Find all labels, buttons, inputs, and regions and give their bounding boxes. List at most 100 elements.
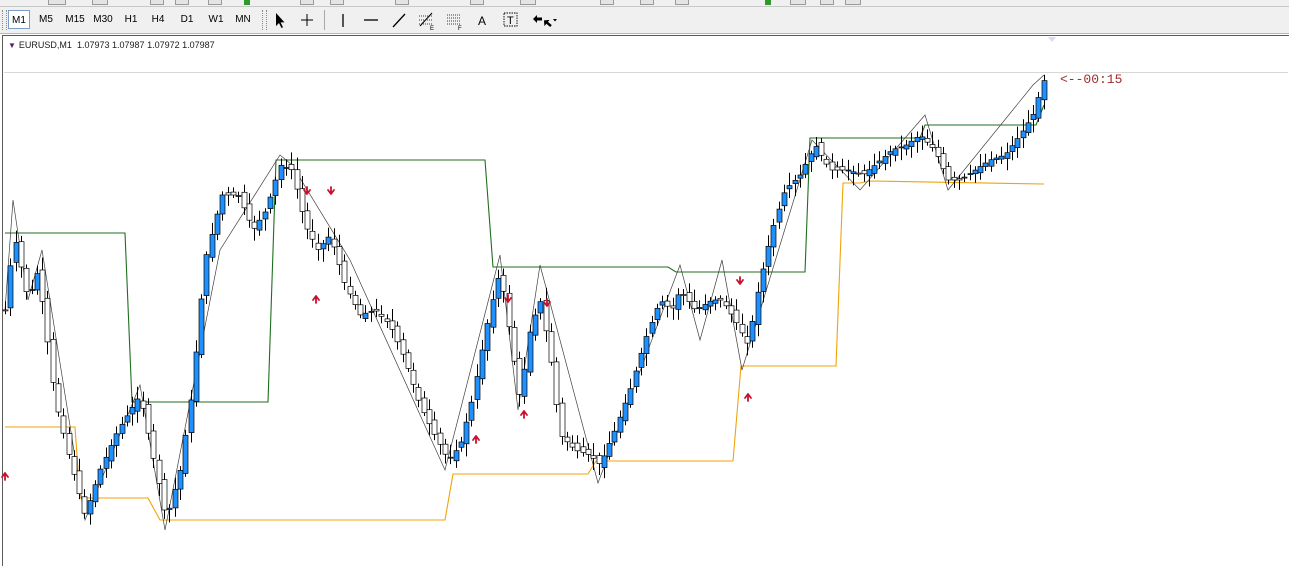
bear-candle [71, 456, 78, 475]
bear-candle [834, 166, 841, 171]
bull-candle [134, 398, 141, 412]
bull-candle [749, 321, 756, 342]
bull-candle [166, 507, 173, 510]
bear-candle [723, 301, 730, 307]
bear-candle [161, 479, 168, 511]
bear-candle [44, 297, 51, 343]
bull-candle [606, 443, 613, 457]
bull-candle [283, 167, 290, 169]
bear-candle [511, 327, 518, 362]
buy-arrow-icon [1, 472, 9, 481]
bull-candle [850, 171, 857, 174]
bull-candle [611, 430, 618, 443]
bull-candle [1041, 80, 1048, 101]
bull-candle [659, 301, 666, 306]
shift-marker-icon[interactable] [1048, 37, 1056, 42]
bear-candle [590, 455, 597, 459]
bear-candle [405, 352, 412, 369]
bull-candle [887, 151, 894, 155]
bear-candle [686, 292, 693, 302]
bull-candle [760, 268, 767, 292]
bull-candle [882, 156, 889, 164]
bull-candle [198, 298, 205, 355]
bear-candle [580, 446, 587, 453]
bull-candle [649, 322, 656, 334]
bear-candle [574, 442, 581, 452]
bear-candle [225, 192, 232, 196]
bull-candle [320, 243, 327, 250]
bull-candle [1020, 130, 1027, 139]
bear-candle [548, 331, 555, 363]
buy-arrow-icon [472, 435, 480, 444]
bear-candle [2, 309, 9, 312]
bull-candle [325, 236, 332, 245]
bull-candle [103, 456, 110, 469]
bull-candle [34, 273, 41, 291]
bull-candle [1030, 114, 1037, 120]
bear-candle [437, 432, 444, 445]
bear-candle [410, 369, 417, 385]
bull-candle [119, 423, 126, 434]
bull-candle [696, 307, 703, 310]
bull-candle [866, 169, 873, 177]
bear-candle [373, 308, 380, 312]
bull-candle [770, 225, 777, 248]
bull-candle [914, 137, 921, 143]
bar-timer: <--00:15 [1060, 72, 1123, 87]
bear-candle [951, 176, 958, 181]
bear-candle [940, 153, 947, 170]
bull-candle [845, 169, 852, 172]
bear-candle [680, 294, 687, 296]
bull-candle [172, 488, 179, 509]
bear-candle [76, 470, 83, 495]
bull-candle [484, 323, 491, 352]
bull-candle [108, 445, 115, 462]
bull-candle [792, 179, 799, 184]
bear-candle [347, 285, 354, 295]
bull-candle [977, 166, 984, 174]
bear-candle [309, 230, 316, 240]
bull-candle [617, 416, 624, 433]
bear-candle [288, 164, 295, 170]
bull-candle [474, 376, 481, 400]
bull-candle [654, 307, 661, 320]
bull-candle [633, 370, 640, 387]
bear-candle [394, 325, 401, 343]
bear-candle [553, 361, 560, 405]
bull-candle [755, 291, 762, 325]
bull-candle [1035, 97, 1042, 119]
bull-candle [765, 245, 772, 267]
bull-candle [1009, 145, 1016, 152]
bull-candle [1004, 152, 1011, 159]
bull-candle [961, 176, 968, 179]
bear-candle [500, 275, 507, 292]
bull-candle [447, 456, 454, 459]
bull-candle [797, 174, 804, 179]
candles [2, 74, 1048, 525]
bull-candle [808, 153, 815, 162]
bear-candle [378, 313, 385, 317]
bear-candle [924, 138, 931, 143]
bull-candle [203, 254, 210, 296]
bear-candle [39, 269, 46, 302]
bull-candle [182, 434, 189, 474]
bull-candle [892, 148, 899, 156]
bear-candle [18, 241, 25, 268]
bear-candle [246, 203, 253, 221]
bull-candle [908, 140, 915, 147]
bull-candle [368, 311, 375, 313]
bear-candle [341, 260, 348, 283]
bear-candle [516, 358, 523, 395]
bull-candle [490, 299, 497, 328]
bear-candle [415, 387, 422, 401]
bull-candle [972, 169, 979, 175]
bear-candle [60, 415, 67, 434]
bear-candle [559, 402, 566, 437]
bear-candle [585, 448, 592, 455]
bull-candle [967, 173, 974, 175]
bear-candle [23, 267, 30, 292]
bear-candle [241, 191, 248, 209]
bear-candle [140, 400, 147, 409]
bear-candle [739, 323, 746, 334]
bull-candle [786, 185, 793, 190]
